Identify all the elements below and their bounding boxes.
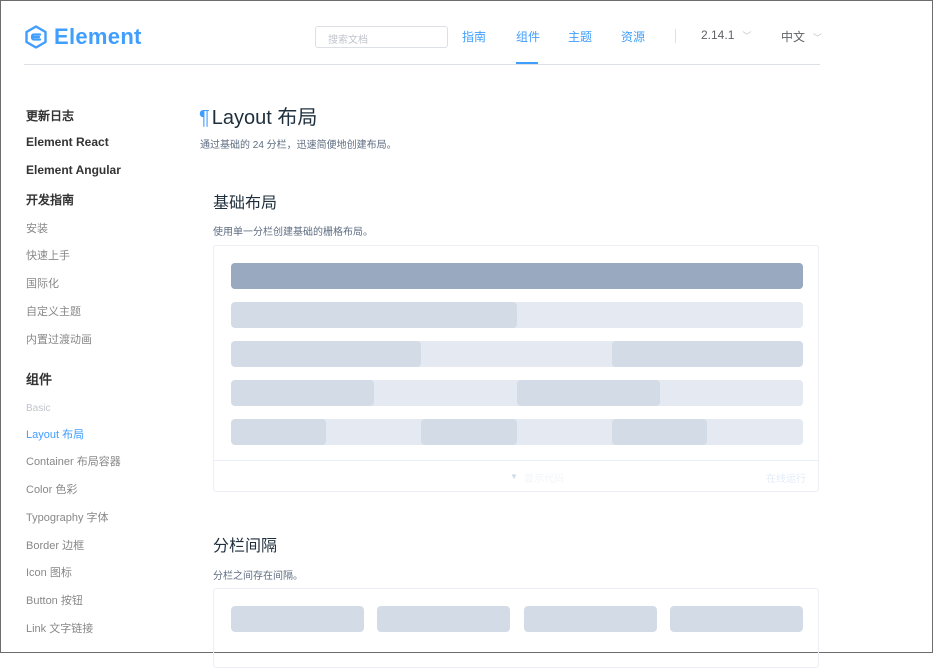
grid-row-4 [231, 419, 803, 445]
sidebar-item-typography[interactable]: Typography 字体 [26, 509, 109, 525]
grid-col-4 [517, 419, 612, 445]
grid-col-4 [326, 419, 421, 445]
page-intro: 通过基础的 24 分栏，迅速简便地创建布局。 [200, 140, 397, 151]
search-placeholder: 搜索文档 [328, 35, 368, 46]
sidebar-item-button[interactable]: Button 按钮 [26, 592, 83, 608]
language-label: 中文 [781, 30, 806, 44]
search-input[interactable]: 搜索文档 [315, 26, 448, 48]
sidebar-item-quickstart[interactable]: 快速上手 [26, 247, 70, 263]
sidebar-group-basic: Basic [26, 403, 51, 414]
chevron-down-icon: ﹀ [813, 33, 823, 43]
grid-col-6 [231, 606, 364, 632]
grid-col-4 [707, 419, 803, 445]
anchor-icon[interactable]: ¶ [199, 107, 210, 129]
sidebar-item-icon[interactable]: Icon 图标 [26, 564, 72, 580]
sidebar-group-components: 组件 [26, 372, 53, 387]
sidebar-item-changelog[interactable]: 更新日志 [26, 107, 74, 124]
nav-theme[interactable]: 主题 [568, 28, 592, 45]
page-title-text: Layout 布局 [211, 107, 318, 129]
grid-row-24 [231, 263, 803, 289]
sidebar-item-install[interactable]: 安装 [26, 220, 48, 236]
demo-control[interactable]: ▼ 显示代码 在线运行 [214, 460, 818, 491]
sidebar-item-link[interactable]: Link 文字链接 [26, 620, 93, 636]
section-title-basic: 基础布局 [213, 195, 278, 212]
nav-component[interactable]: 组件 [516, 28, 540, 45]
sidebar-item-element-react[interactable]: Element React [26, 135, 109, 149]
sidebar-item-element-angular[interactable]: Element Angular [26, 163, 121, 177]
version-select[interactable]: 2.14.1 ﹀ [701, 28, 751, 42]
grid-col-6 [377, 606, 510, 632]
grid-col-4 [421, 419, 517, 445]
page-title: ¶ Layout 布局 [199, 101, 317, 130]
show-code-hint[interactable]: 显示代码 [524, 470, 564, 485]
grid-col-8 [231, 341, 421, 367]
grid-col-8 [612, 341, 803, 367]
sidebar-item-container[interactable]: Container 布局容器 [26, 453, 121, 469]
grid-col-4 [612, 419, 707, 445]
run-online-link[interactable]: 在线运行 [766, 470, 806, 485]
section-desc-basic: 使用单一分栏创建基础的栅格布局。 [213, 227, 373, 238]
grid-col-6 [231, 380, 374, 406]
element-logo[interactable]: Element [24, 24, 142, 50]
grid-col-12 [517, 302, 803, 328]
language-select[interactable]: 中文 ﹀ [781, 28, 822, 45]
grid-row-6 [231, 380, 803, 406]
grid-col-12 [231, 302, 517, 328]
sidebar-item-layout[interactable]: Layout 布局 [26, 426, 84, 442]
header-divider [24, 64, 820, 65]
sidebar-item-border[interactable]: Border 边框 [26, 537, 84, 553]
grid-col-24 [231, 263, 803, 289]
grid-row-gutter [231, 606, 803, 632]
grid-row-8 [231, 341, 803, 367]
grid-col-6 [660, 380, 803, 406]
version-label: 2.14.1 [701, 28, 735, 42]
sidebar-item-custom-theme[interactable]: 自定义主题 [26, 303, 81, 319]
sidebar-item-transition[interactable]: 内置过渡动画 [26, 331, 92, 347]
sidebar-item-i18n[interactable]: 国际化 [26, 275, 59, 291]
grid-row-12 [231, 302, 803, 328]
caret-down-icon: ▼ [510, 472, 518, 481]
nav-guide[interactable]: 指南 [462, 28, 486, 45]
chevron-down-icon: ﹀ [742, 31, 752, 41]
grid-col-6 [524, 606, 657, 632]
grid-col-6 [670, 606, 803, 632]
demo-block-basic: ▼ 显示代码 在线运行 [213, 245, 819, 492]
nav-resource[interactable]: 资源 [621, 28, 645, 45]
logo-text: Element [54, 24, 142, 49]
sidebar-item-dev-guide: 开发指南 [26, 193, 75, 207]
grid-col-4 [231, 419, 326, 445]
element-logo-icon [25, 25, 47, 49]
demo-block-gutter [213, 588, 819, 668]
sidebar-item-color[interactable]: Color 色彩 [26, 481, 77, 497]
grid-col-8 [421, 341, 612, 367]
section-title-gutter: 分栏间隔 [213, 538, 278, 555]
section-desc-gutter: 分栏之间存在间隔。 [213, 571, 303, 582]
grid-col-6 [517, 380, 660, 406]
grid-col-6 [374, 380, 517, 406]
nav-separator [675, 29, 676, 43]
